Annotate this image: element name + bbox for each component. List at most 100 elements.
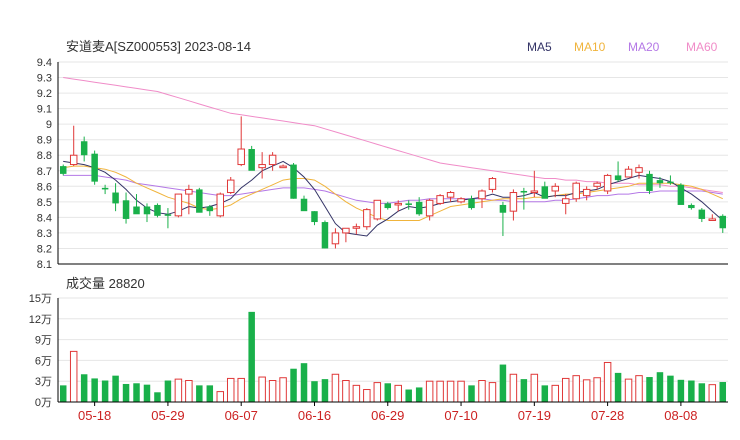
candle xyxy=(59,164,67,176)
candle-body xyxy=(258,164,266,169)
volume-bar xyxy=(446,380,455,403)
volume-bar xyxy=(112,375,119,402)
candle-body xyxy=(279,165,287,169)
volume-bar xyxy=(384,383,392,402)
candle-body xyxy=(530,190,539,194)
candle xyxy=(719,214,727,233)
candle xyxy=(122,192,130,224)
candle-body xyxy=(708,218,717,221)
volume-bar xyxy=(646,377,653,402)
candle xyxy=(206,204,214,216)
candle-body xyxy=(551,185,560,192)
candle-body xyxy=(185,188,193,195)
volume-chart-title: 成交量 28820 xyxy=(66,276,145,291)
legend-ma5: MA5 xyxy=(527,40,552,54)
candle-body xyxy=(394,202,402,206)
kline-chart-root: 9.4 9.3 9.2 9.1 9 8.9 8.8 8.7 8.6 8.5 8.4 8.3 8.2 8.1… xyxy=(0,0,740,440)
candle xyxy=(226,176,235,195)
candle-body xyxy=(268,154,277,166)
grid-layer xyxy=(58,61,728,403)
candle-body xyxy=(300,198,308,212)
candle-body xyxy=(667,181,674,184)
candle xyxy=(290,163,297,199)
candle-body xyxy=(541,186,549,199)
candle-body xyxy=(196,189,203,213)
candle-body xyxy=(59,166,67,174)
candle xyxy=(561,194,570,215)
candle xyxy=(279,164,287,169)
candle-body xyxy=(373,199,382,220)
candle-body xyxy=(164,214,172,216)
candle xyxy=(624,166,633,178)
volume-bar xyxy=(268,380,277,403)
candle-body xyxy=(405,203,412,205)
x-tick-label: 08-08 xyxy=(664,408,697,423)
candle-body xyxy=(425,199,434,217)
volume-bar xyxy=(719,382,727,402)
volume-bar xyxy=(311,381,318,402)
volume-bar xyxy=(688,380,695,402)
volume-y-tick-label: 12万 xyxy=(29,314,52,326)
candle-body xyxy=(698,209,706,219)
candle-body xyxy=(174,193,183,217)
price-y-tick-label: 8.5 xyxy=(37,197,52,209)
volume-bar xyxy=(614,372,622,402)
candle-body xyxy=(509,192,518,212)
volume-bar xyxy=(551,384,560,403)
volume-bar xyxy=(478,380,486,403)
volume-bar xyxy=(698,383,706,402)
candle-body xyxy=(499,204,507,213)
candle xyxy=(342,227,350,243)
volume-bar xyxy=(300,363,308,402)
candle-body xyxy=(468,198,475,209)
volume-y-tick-label: 6万 xyxy=(35,355,52,367)
ma10-line xyxy=(63,165,724,221)
candle xyxy=(677,183,685,205)
candle-body xyxy=(112,192,119,204)
candle-body xyxy=(290,164,297,199)
price-y-tick-label: 8.9 xyxy=(37,135,52,147)
volume-bar xyxy=(677,379,685,402)
candle xyxy=(154,203,161,218)
price-y-tick-label: 8.8 xyxy=(37,150,52,162)
candle-body xyxy=(635,167,643,173)
volume-bar xyxy=(226,377,235,403)
candle-body xyxy=(321,222,329,249)
x-tick-label: 07-19 xyxy=(518,408,551,423)
volume-bar xyxy=(154,392,161,402)
candle-body xyxy=(80,141,88,156)
candle xyxy=(582,186,591,201)
volume-bar xyxy=(101,380,109,402)
legend-ma10: MA10 xyxy=(574,40,606,54)
legend: MA5 MA10 MA20 MA60 xyxy=(527,40,718,54)
candle-body xyxy=(688,204,695,209)
candle xyxy=(698,208,706,223)
x-tick-label: 06-29 xyxy=(371,408,404,423)
candlestick-layer xyxy=(59,116,727,249)
candle xyxy=(436,194,444,205)
candle-body xyxy=(69,154,78,166)
candle xyxy=(614,161,622,182)
volume-bar xyxy=(164,380,172,402)
candle-body xyxy=(446,192,455,198)
candle xyxy=(174,193,183,218)
candle xyxy=(646,170,653,195)
candle-body xyxy=(363,209,371,228)
candle xyxy=(112,183,119,212)
volume-bar xyxy=(530,373,539,403)
chart-canvas: 9.4 9.3 9.2 9.1 9 8.9 8.8 8.7 8.6 8.5 8.4 8.3 8.2 8.1… xyxy=(29,39,728,423)
candle xyxy=(603,173,612,195)
volume-bar xyxy=(206,385,214,402)
volume-bar xyxy=(603,361,612,403)
candle-body xyxy=(436,195,444,204)
volume-bar xyxy=(331,373,340,403)
volume-bar xyxy=(352,384,361,403)
candle-body xyxy=(624,168,633,178)
volume-bar xyxy=(457,380,465,403)
candle-body xyxy=(593,182,601,187)
candle-body xyxy=(133,206,140,215)
price-y-tick-label: 9.3 xyxy=(37,73,52,85)
volume-bar xyxy=(321,379,329,402)
candle xyxy=(572,181,580,202)
volume-bar xyxy=(143,384,151,402)
